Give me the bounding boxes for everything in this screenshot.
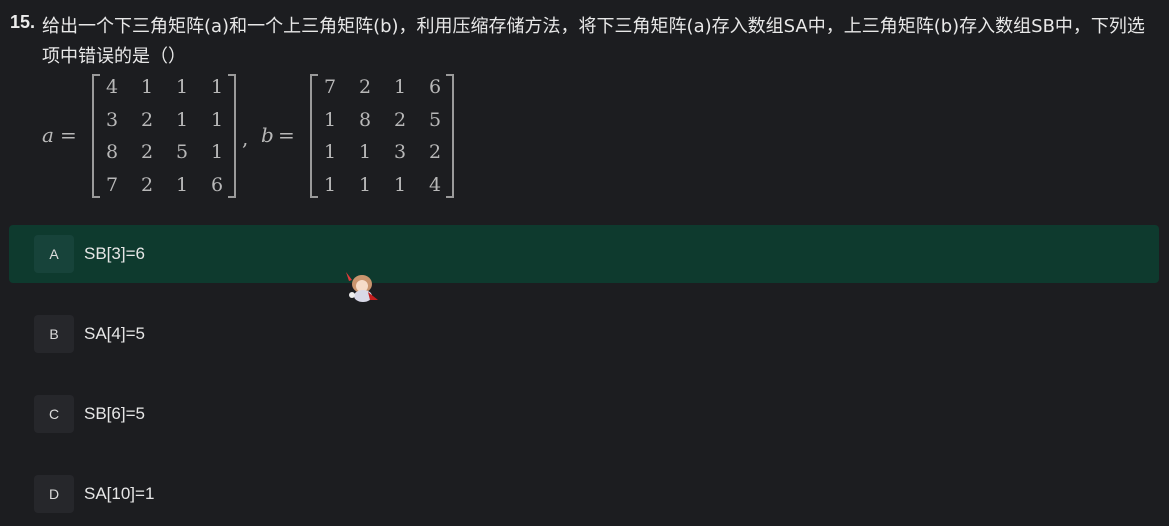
matrix-cell: 4 — [429, 173, 442, 196]
matrix-cell: 1 — [211, 141, 224, 163]
matrix-cell: 1 — [141, 76, 154, 98]
option-d[interactable]: D SA[10]=1 — [9, 465, 1159, 523]
comma-separator: , — [242, 126, 249, 150]
anime-character-sticker-icon — [346, 272, 378, 302]
matrix-cell: 2 — [429, 141, 442, 163]
matrix-cell: 1 — [394, 76, 407, 98]
matrix-cell: 8 — [359, 108, 372, 131]
matrix-cell: 1 — [211, 76, 224, 98]
matrix-cell: 2 — [141, 173, 154, 196]
option-text: SB[3]=6 — [84, 244, 145, 263]
matrix-cell: 1 — [359, 173, 372, 196]
matrix-b-label: b — [261, 123, 274, 147]
matrix-a-label: a — [42, 123, 54, 147]
option-a[interactable]: A SB[3]=6 — [9, 225, 1159, 283]
option-text: SA[4]=5 — [84, 324, 145, 343]
matrix-cell: 1 — [176, 173, 189, 196]
option-letter-badge: D — [34, 475, 74, 513]
matrix-cell: 7 — [106, 173, 119, 196]
matrix-cell: 2 — [359, 76, 372, 98]
option-b[interactable]: B SA[4]=5 — [9, 305, 1159, 363]
matrix-cell: 3 — [394, 141, 407, 163]
matrix-cell: 1 — [359, 141, 372, 163]
matrix-cell: 7 — [324, 76, 337, 98]
question-number: 15. — [10, 12, 36, 32]
matrix-cell: 1 — [176, 108, 189, 131]
matrix-cell: 1 — [211, 108, 224, 131]
option-text: SB[6]=5 — [84, 404, 145, 423]
matrix-cell: 2 — [394, 108, 407, 131]
matrix-cell: 8 — [106, 141, 119, 163]
matrix-cell: 1 — [324, 108, 337, 131]
matrix-cell: 4 — [106, 76, 119, 98]
equals-sign-a: = — [60, 123, 77, 147]
matrix-cell: 2 — [141, 141, 154, 163]
matrix-cell: 1 — [324, 141, 337, 163]
equals-sign-b: = — [278, 123, 295, 147]
right-bracket — [228, 74, 236, 198]
matrix-cell: 1 — [176, 76, 189, 98]
matrix-cell: 3 — [106, 108, 119, 131]
option-letter-badge: C — [34, 395, 74, 433]
option-c[interactable]: C SB[6]=5 — [9, 385, 1159, 443]
matrix-a-grid: 4111321182517216 — [104, 75, 244, 205]
left-bracket — [92, 74, 100, 198]
matrix-a: 4111321182517216 — [92, 74, 236, 198]
right-bracket — [446, 74, 454, 198]
matrix-b: 7216182511321114 — [310, 74, 454, 198]
matrix-b-grid: 7216182511321114 — [322, 75, 462, 205]
matrix-cell: 5 — [176, 141, 189, 163]
option-text: SA[10]=1 — [84, 484, 155, 503]
matrix-cell: 6 — [429, 76, 442, 98]
option-letter-badge: A — [34, 235, 74, 273]
matrix-formula: a = 4111321182517216 , b = 7216182511321… — [40, 74, 480, 198]
matrix-cell: 6 — [211, 173, 224, 196]
matrix-cell: 1 — [394, 173, 407, 196]
matrix-cell: 1 — [324, 173, 337, 196]
matrix-cell: 5 — [429, 108, 442, 131]
matrix-cell: 2 — [141, 108, 154, 131]
left-bracket — [310, 74, 318, 198]
question-text: 给出一个下三角矩阵(a)和一个上三角矩阵(b)，利用压缩存储方法，将下三角矩阵(… — [42, 16, 1145, 67]
option-letter-badge: B — [34, 315, 74, 353]
